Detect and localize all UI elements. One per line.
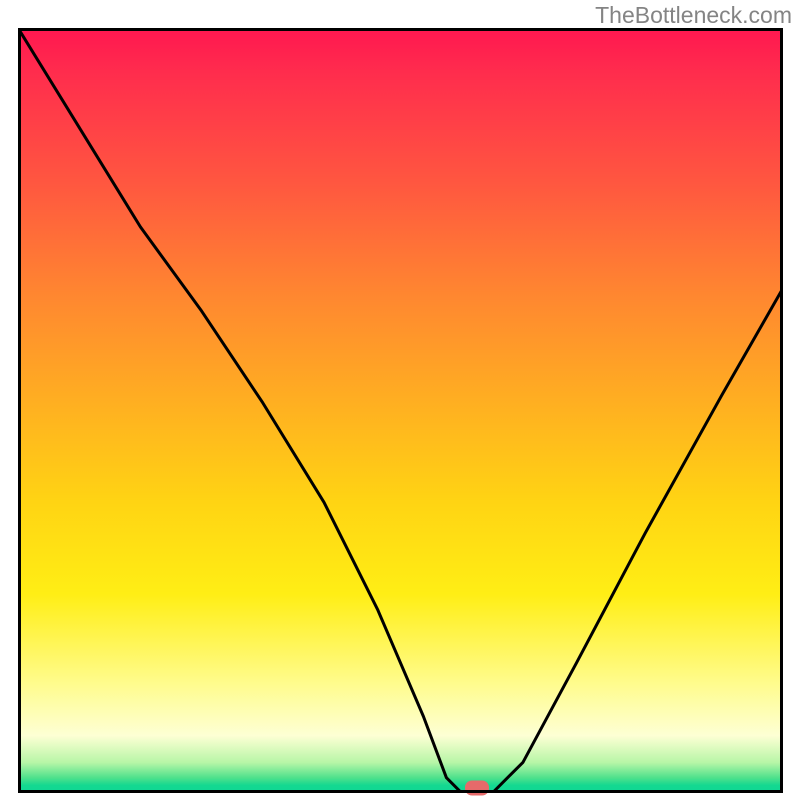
plot-area — [18, 28, 783, 793]
chart-container: TheBottleneck.com — [0, 0, 800, 800]
watermark-text: TheBottleneck.com — [595, 2, 792, 29]
minimum-marker — [465, 781, 489, 796]
bottleneck-curve — [18, 28, 783, 793]
